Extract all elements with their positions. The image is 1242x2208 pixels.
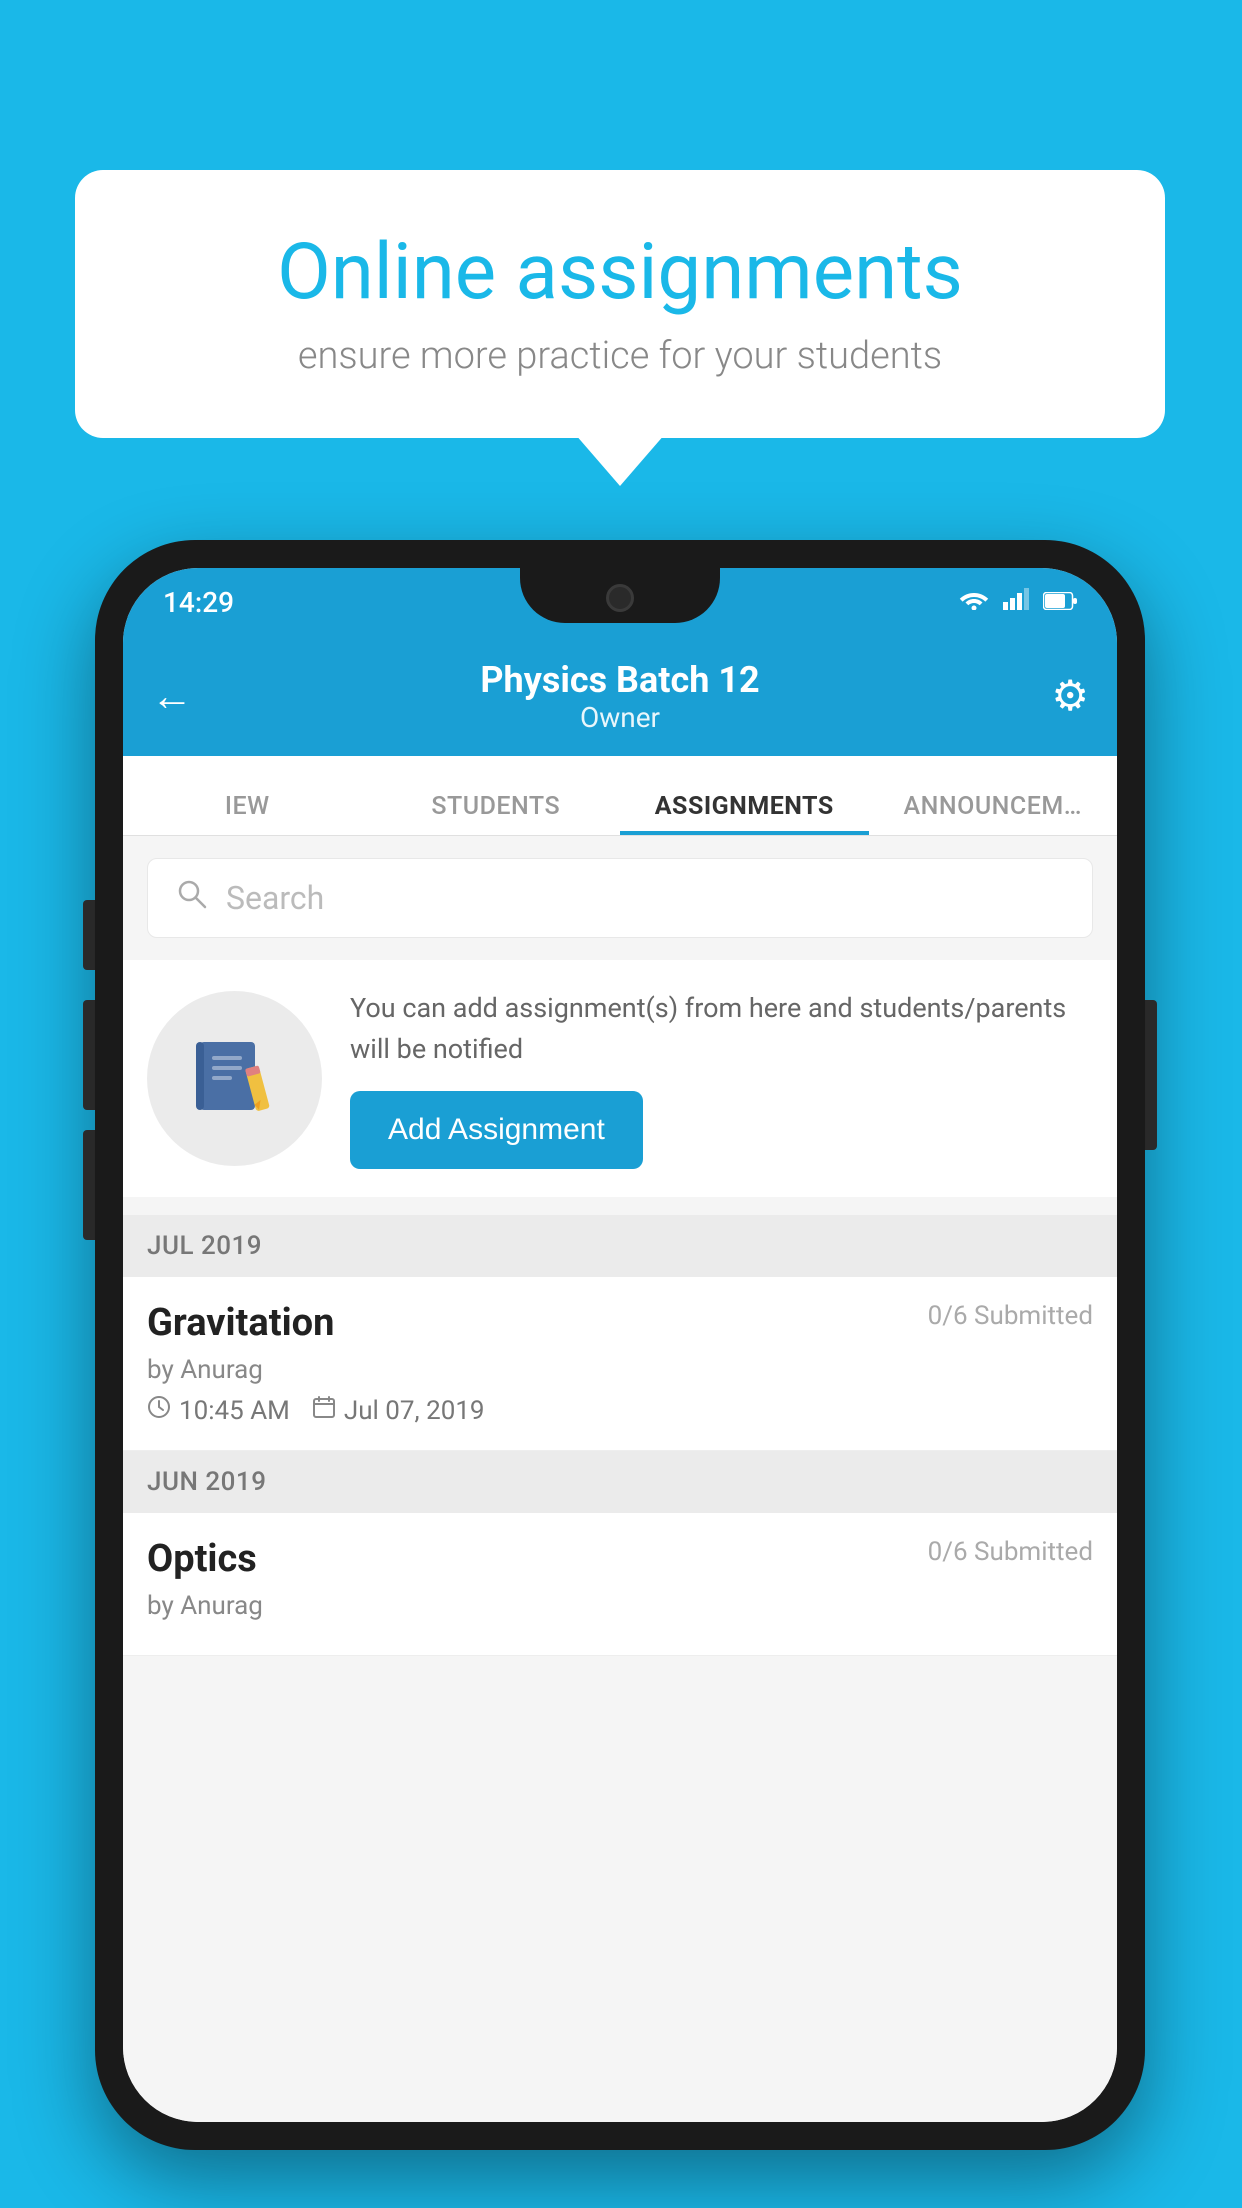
battery-icon — [1043, 588, 1077, 616]
assignment-meta: 10:45 AM Jul 07, 2019 — [147, 1395, 1093, 1426]
side-button-vol-down — [83, 1130, 95, 1240]
notebook-icon — [190, 1034, 280, 1124]
meta-date: Jul 07, 2019 — [312, 1395, 485, 1426]
tab-assignments[interactable]: ASSIGNMENTS — [620, 792, 869, 835]
assignment-item-gravitation[interactable]: Gravitation 0/6 Submitted by Anurag — [123, 1277, 1117, 1451]
phone-device: 14:29 — [95, 540, 1145, 2150]
assignment-item-top-optics: Optics 0/6 Submitted — [147, 1537, 1093, 1581]
batch-name: Physics Batch 12 — [480, 659, 759, 701]
assignment-name: Gravitation — [147, 1301, 334, 1345]
status-icons — [959, 588, 1077, 616]
assignment-by-optics: by Anurag — [147, 1591, 1093, 1621]
settings-icon[interactable]: ⚙ — [1051, 671, 1089, 721]
signal-icon — [1003, 588, 1029, 616]
tab-iew[interactable]: IEW — [123, 792, 372, 835]
month-header-jun: JUN 2019 — [123, 1451, 1117, 1513]
assignment-time: 10:45 AM — [179, 1396, 290, 1426]
back-button[interactable]: ← — [151, 672, 193, 721]
search-icon — [176, 878, 208, 919]
assignment-submitted: 0/6 Submitted — [928, 1301, 1093, 1331]
search-bar[interactable]: Search — [147, 858, 1093, 938]
month-header-jul: JUL 2019 — [123, 1215, 1117, 1277]
add-assignment-section: You can add assignment(s) from here and … — [123, 960, 1117, 1197]
tab-announcements[interactable]: ANNOUNCEM… — [869, 792, 1118, 835]
front-camera — [606, 584, 634, 612]
header-title-block: Physics Batch 12 Owner — [480, 659, 759, 734]
tabs-bar: IEW STUDENTS ASSIGNMENTS ANNOUNCEM… — [123, 756, 1117, 836]
assignment-submitted-optics: 0/6 Submitted — [928, 1537, 1093, 1567]
assignment-name-optics: Optics — [147, 1537, 257, 1581]
search-placeholder: Search — [226, 879, 324, 917]
content-area: Search — [123, 836, 1117, 2122]
clock-icon — [147, 1395, 171, 1426]
tab-students[interactable]: STUDENTS — [372, 792, 621, 835]
speech-bubble-subtitle: ensure more practice for your students — [145, 334, 1095, 378]
speech-bubble-title: Online assignments — [145, 230, 1095, 316]
status-time: 14:29 — [163, 586, 234, 619]
phone-screen: 14:29 — [123, 568, 1117, 2122]
side-button-vol-up — [83, 1000, 95, 1110]
assignment-by: by Anurag — [147, 1355, 1093, 1385]
side-button-mute — [83, 900, 95, 970]
wifi-icon — [959, 588, 989, 616]
assignment-item-optics[interactable]: Optics 0/6 Submitted by Anurag — [123, 1513, 1117, 1656]
side-button-power — [1145, 1000, 1157, 1150]
assignment-info-text: You can add assignment(s) from here and … — [350, 988, 1093, 1069]
assignment-date: Jul 07, 2019 — [344, 1396, 485, 1426]
phone-notch — [520, 568, 720, 623]
meta-time: 10:45 AM — [147, 1395, 290, 1426]
add-assignment-button[interactable]: Add Assignment — [350, 1091, 643, 1169]
user-role: Owner — [480, 701, 759, 734]
calendar-icon — [312, 1395, 336, 1426]
speech-bubble-card: Online assignments ensure more practice … — [75, 170, 1165, 438]
assignment-item-top: Gravitation 0/6 Submitted — [147, 1301, 1093, 1345]
app-header: ← Physics Batch 12 Owner ⚙ — [123, 636, 1117, 756]
assignment-info: You can add assignment(s) from here and … — [350, 988, 1093, 1169]
assignment-icon-circle — [147, 991, 322, 1166]
